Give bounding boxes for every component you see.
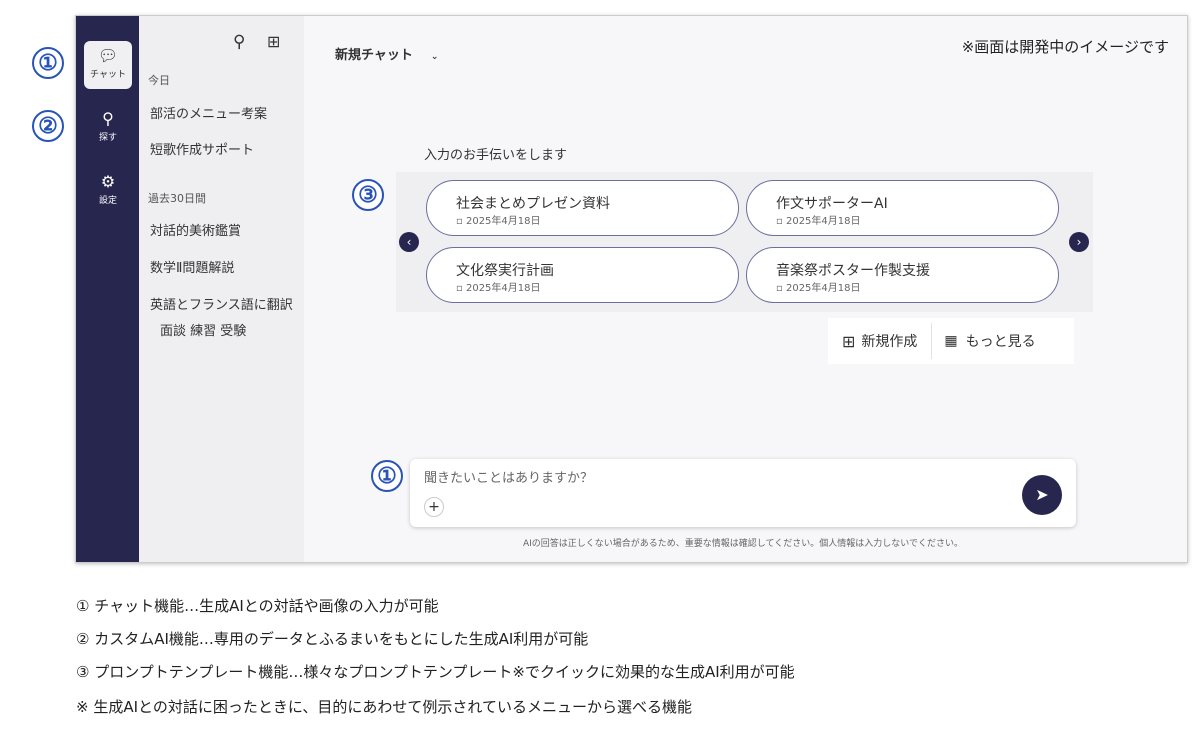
disclaimer: AIの回答は正しくない場合があるため、重要な情報は確認してください。個人情報は入…: [522, 539, 963, 549]
history-item[interactable]: 短歌作成サポート: [150, 139, 302, 158]
card-date: ▫ 2025年4月18日: [776, 283, 861, 294]
app-window: 💬︎ チャット ⚲ 探す ⚙ 設定 ⚲ ⊞ 今日 部活のメニュー考案 短歌作成サポート…: [75, 15, 1188, 563]
chat-input[interactable]: 聞きたいことはありますか？: [424, 467, 593, 486]
template-card[interactable]: 作文サポーターAI ▫ 2025年4月18日: [746, 180, 1059, 236]
chat-icon: 💬︎: [97, 46, 119, 65]
section-today: 今日: [148, 74, 170, 87]
more-label: もっと見る: [965, 334, 1036, 350]
date-text: 2025年4月18日: [785, 283, 861, 294]
annotation-1: ①: [32, 47, 64, 79]
send-icon: ➤: [1035, 485, 1049, 504]
rail-settings-button[interactable]: ⚙ 設定: [84, 167, 132, 215]
new-label: 新規作成: [861, 334, 918, 350]
search-icon[interactable]: ⚲: [233, 32, 245, 52]
history-panel: ⚲ ⊞ 今日 部活のメニュー考案 短歌作成サポート 過去30日間 対話的美術鑑賞…: [139, 16, 304, 562]
template-actions: ⊞ 新規作成 ▦ もっと見る: [828, 318, 1074, 364]
chevron-down-icon: ⌄: [430, 52, 439, 62]
card-title: 文化祭実行計画: [456, 263, 554, 279]
template-carousel: ‹ › 社会まとめプレゼン資料 ▫ 2025年4月18日 作文サポーターAI ▫ 2…: [396, 172, 1093, 312]
card-title: 作文サポーターAI: [776, 196, 888, 212]
nav-rail: 💬︎ チャット ⚲ 探す ⚙ 設定: [76, 16, 139, 562]
history-item[interactable]: 数学Ⅱ問題解説: [150, 257, 302, 276]
send-button[interactable]: ➤: [1022, 475, 1062, 515]
more-button[interactable]: ▦ もっと見る: [932, 331, 1047, 351]
annotation-1b: ①: [371, 460, 403, 492]
card-date: ▫ 2025年4月18日: [456, 283, 541, 294]
template-card[interactable]: 文化祭実行計画 ▫ 2025年4月18日: [426, 247, 739, 303]
carousel-next-button[interactable]: ›: [1069, 232, 1089, 252]
note-footnote: ※ 生成AIとの対話に困ったときに、目的にあわせて例示されているメニューから選べ…: [76, 698, 692, 716]
card-title: 社会まとめプレゼン資料: [456, 196, 610, 212]
rail-chat-button[interactable]: 💬︎ チャット: [84, 41, 132, 89]
rail-search-button[interactable]: ⚲ 探す: [84, 104, 132, 152]
new-template-button[interactable]: ⊞ 新規作成: [828, 323, 933, 359]
rail-label: 設定: [98, 196, 117, 206]
date-text: 2025年4月18日: [465, 216, 541, 227]
chat-title: 新規チャット: [335, 48, 413, 63]
template-card[interactable]: 音楽祭ポスター作製支援 ▫ 2025年4月18日: [746, 247, 1059, 303]
gear-icon: ⚙: [100, 172, 116, 191]
search-icon: ⚲: [102, 109, 114, 128]
annotation-3: ③: [352, 179, 384, 211]
rail-label: 探す: [98, 133, 117, 143]
history-item[interactable]: 部活のメニュー考案: [150, 103, 302, 122]
attach-button[interactable]: +: [424, 497, 444, 517]
templates-heading: 入力のお手伝いをします: [424, 148, 568, 163]
history-item[interactable]: 英語とフランス語に翻訳: [150, 294, 302, 313]
template-card[interactable]: 社会まとめプレゼン資料 ▫ 2025年4月18日: [426, 180, 739, 236]
history-item[interactable]: 対話的美術鑑賞: [150, 220, 302, 239]
date-text: 2025年4月18日: [465, 283, 541, 294]
card-date: ▫ 2025年4月18日: [456, 216, 541, 227]
model-selector[interactable]: 新規チャット ⌄: [335, 44, 438, 63]
date-text: 2025年4月18日: [785, 216, 861, 227]
new-chat-icon[interactable]: ⊞: [267, 32, 280, 51]
card-date: ▫ 2025年4月18日: [776, 216, 861, 227]
rail-label: チャット: [90, 70, 126, 80]
note-2: ② カスタムAI機能…専用のデータとふるまいをもとにした生成AI利用が可能: [76, 630, 589, 648]
section-past-30-days: 過去30日間: [148, 192, 206, 205]
note-1: ① チャット機能…生成AIとの対話や画像の入力が可能: [76, 597, 439, 615]
plus-icon: +: [428, 499, 440, 515]
dev-notice: ※画面は開発中のイメージです: [961, 38, 1169, 56]
note-3: ③ プロンプトテンプレート機能…様々なプロンプトテンプレート※でクイックに効果的…: [76, 663, 795, 681]
chat-input-box: 聞きたいことはありますか？ + ➤: [410, 459, 1076, 527]
card-title: 音楽祭ポスター作製支援: [776, 263, 930, 279]
carousel-prev-button[interactable]: ‹: [399, 232, 419, 252]
grid-icon: ▦: [944, 333, 958, 349]
history-item[interactable]: 面談 練習 受験: [160, 320, 312, 339]
main-area: 新規チャット ⌄ ※画面は開発中のイメージです 入力のお手伝いをします ‹ › 社…: [304, 16, 1187, 562]
annotation-2: ②: [32, 110, 64, 142]
add-icon: ⊞: [842, 331, 856, 351]
